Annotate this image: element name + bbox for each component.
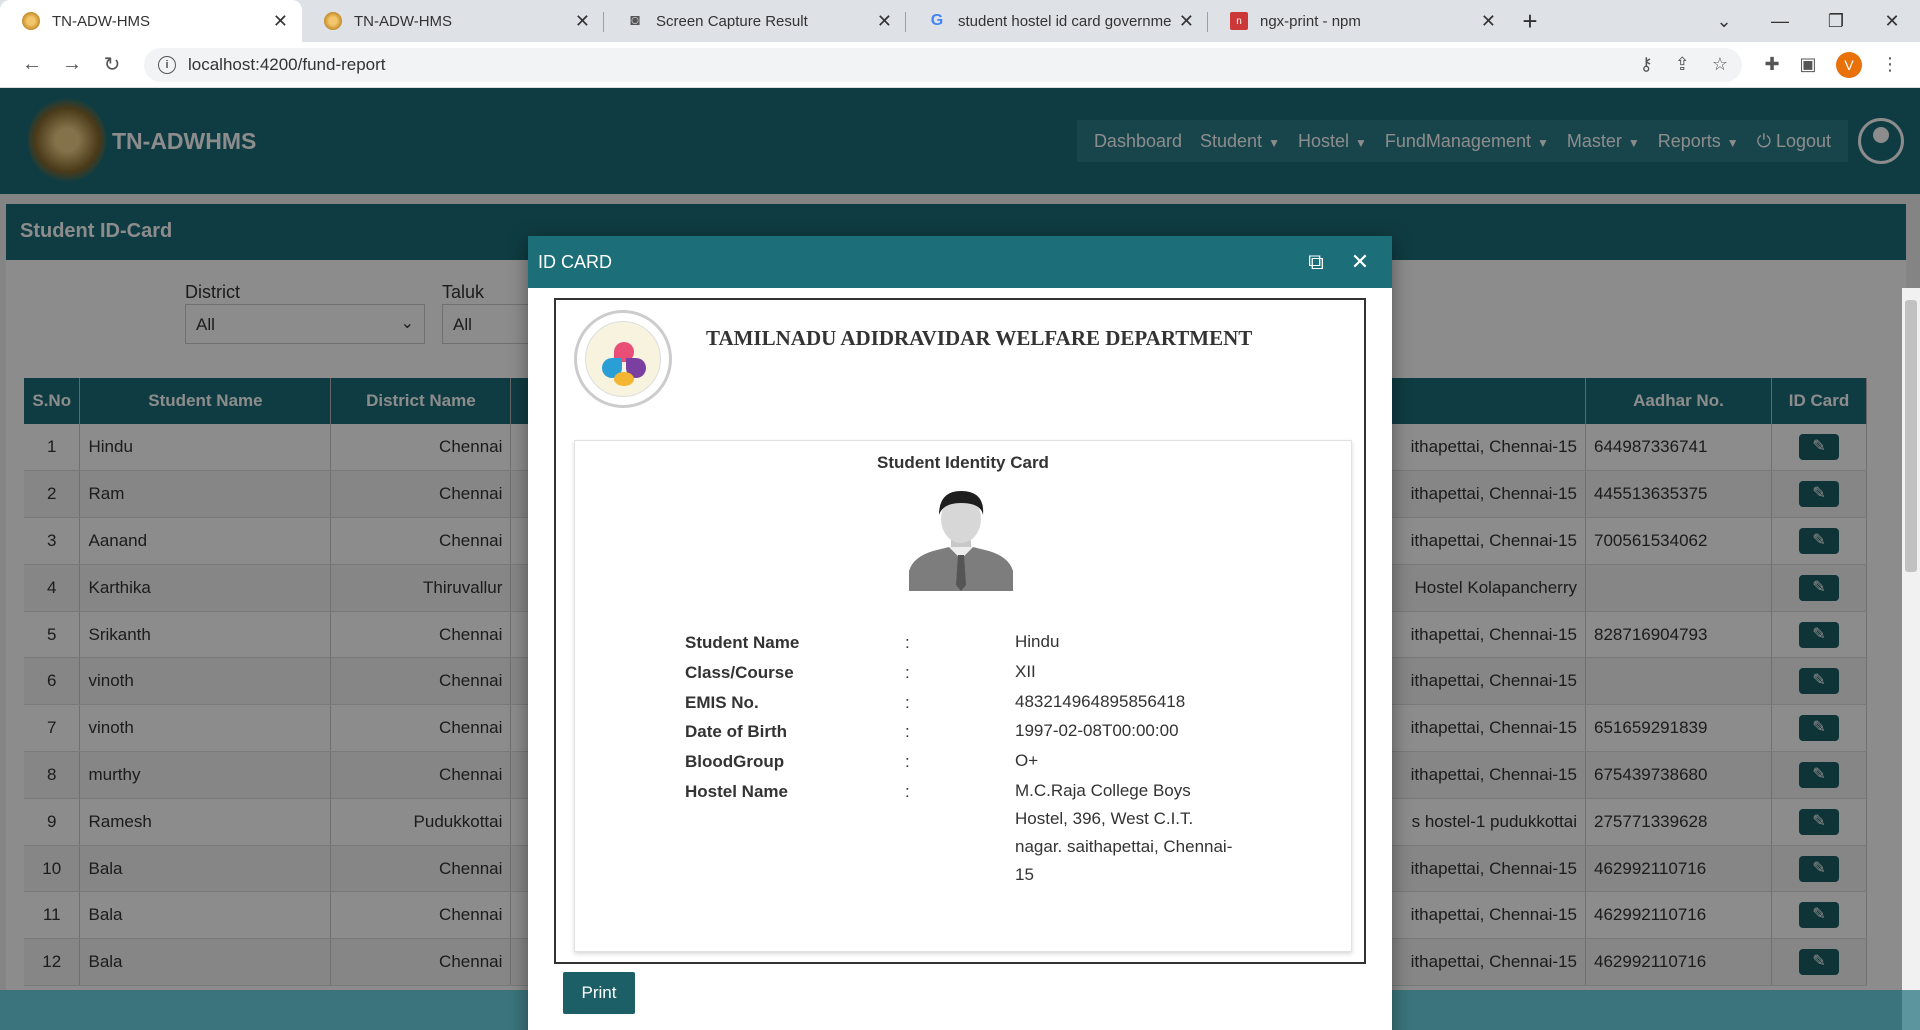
modal-title: ID CARD	[538, 251, 613, 272]
window-controls: ⌄ — ❐ ✕	[1696, 0, 1920, 42]
address-bar: ← → ↻ i localhost:4200/fund-report ⚷ ⇪ ☆…	[0, 42, 1920, 88]
field-separator: :	[905, 693, 910, 712]
browser-tab-5[interactable]: n ngx-print - npm ✕	[1208, 0, 1510, 42]
close-icon[interactable]: ✕	[575, 11, 590, 32]
field-separator: :	[905, 663, 910, 682]
department-emblem-icon	[574, 310, 672, 408]
key-icon[interactable]: ⚷	[1640, 54, 1653, 75]
restore-icon[interactable]: ❐	[1808, 11, 1864, 32]
minimize-icon[interactable]: —	[1752, 11, 1808, 32]
camera-icon: ◙	[630, 12, 640, 29]
field-separator: :	[905, 752, 910, 771]
department-name: TAMILNADU ADIDRAVIDAR WELFARE DEPARTMENT	[706, 326, 1253, 350]
close-icon[interactable]: ✕	[1179, 11, 1194, 32]
google-icon: G	[930, 12, 944, 29]
id-card-modal: ID CARD ⧉ ✕ TAMILNADU ADIDRAVIDAR WELFAR…	[528, 236, 1392, 1030]
field-separator: :	[905, 722, 910, 741]
field-value: 483214964895856418	[1015, 692, 1186, 711]
reload-icon[interactable]: ↻	[92, 52, 132, 77]
window-close-icon[interactable]: ✕	[1864, 11, 1920, 32]
url-text: localhost:4200/fund-report	[188, 54, 386, 74]
browser-tab-1[interactable]: TN-ADW-HMS ✕	[0, 0, 302, 42]
field-label: Hostel Name	[685, 782, 788, 801]
tab-title: TN-ADW-HMS	[354, 12, 453, 30]
browser-tab-bar: TN-ADW-HMS ✕ TN-ADW-HMS ✕ ◙ Screen Captu…	[0, 0, 1920, 42]
browser-tab-3[interactable]: ◙ Screen Capture Result ✕	[604, 0, 906, 42]
field-value: O+	[1015, 751, 1039, 770]
profile-avatar[interactable]: V	[1836, 51, 1862, 78]
scrollbar-thumb[interactable]	[1905, 300, 1917, 572]
field-label: BloodGroup	[685, 752, 785, 771]
forward-icon[interactable]: →	[52, 53, 92, 76]
field-value: Hindu	[1015, 632, 1060, 651]
close-icon[interactable]: ✕	[1481, 11, 1496, 32]
star-icon[interactable]: ☆	[1712, 54, 1728, 75]
share-icon[interactable]: ⇪	[1675, 54, 1690, 75]
student-photo-placeholder-icon	[909, 491, 1013, 591]
app-root: TN-ADWHMS Dashboard Student ▼ Hostel ▼ Fun…	[0, 88, 1920, 1030]
npm-icon: n	[1230, 12, 1248, 30]
tab-title: student hostel id card governme	[958, 12, 1171, 30]
extensions-icon[interactable]: ✚	[1754, 54, 1790, 75]
browser-tab-4[interactable]: G student hostel id card governme ✕	[906, 0, 1208, 42]
page-scrollbar[interactable]	[1902, 288, 1920, 1030]
emblem-icon	[324, 12, 342, 30]
tab-title: ngx-print - npm	[1260, 12, 1361, 30]
url-input[interactable]: i localhost:4200/fund-report ⚷ ⇪ ☆	[144, 47, 1742, 82]
close-icon[interactable]: ✕	[877, 11, 892, 32]
back-icon[interactable]: ←	[12, 53, 52, 76]
field-label: Class/Course	[685, 663, 794, 682]
card-title: Student Identity Card	[877, 453, 1049, 472]
field-separator: :	[905, 633, 910, 652]
info-icon[interactable]: i	[158, 55, 176, 74]
modal-header: ID CARD ⧉ ✕	[528, 236, 1392, 288]
emblem-icon	[22, 12, 40, 30]
more-menu-icon[interactable]: ⋮	[1872, 54, 1908, 75]
id-card: TAMILNADU ADIDRAVIDAR WELFARE DEPARTMENT…	[554, 298, 1366, 964]
field-label: Student Name	[685, 633, 800, 652]
side-panel-icon[interactable]: ▣	[1790, 54, 1826, 75]
browser-tab-2[interactable]: TN-ADW-HMS ✕	[302, 0, 604, 42]
tab-title: TN-ADW-HMS	[52, 12, 151, 30]
field-label: Date of Birth	[685, 722, 787, 741]
print-button[interactable]: Print	[563, 972, 635, 1014]
new-tab-button[interactable]: +	[1510, 0, 1550, 42]
close-icon[interactable]: ✕	[1338, 249, 1382, 275]
field-value: XII	[1015, 662, 1036, 681]
field-label: EMIS No.	[685, 693, 759, 712]
maximize-icon[interactable]: ⧉	[1294, 249, 1338, 275]
field-separator: :	[905, 782, 910, 801]
tab-title: Screen Capture Result	[656, 12, 808, 30]
tab-search-icon[interactable]: ⌄	[1696, 11, 1752, 32]
field-value: M.C.Raja College Boys Hostel, 396, West …	[1015, 781, 1233, 884]
close-icon[interactable]: ✕	[273, 11, 288, 32]
identity-card-body: Student Identity Card Student Name : Hin…	[574, 440, 1352, 952]
field-value: 1997-02-08T00:00:00	[1015, 721, 1179, 740]
